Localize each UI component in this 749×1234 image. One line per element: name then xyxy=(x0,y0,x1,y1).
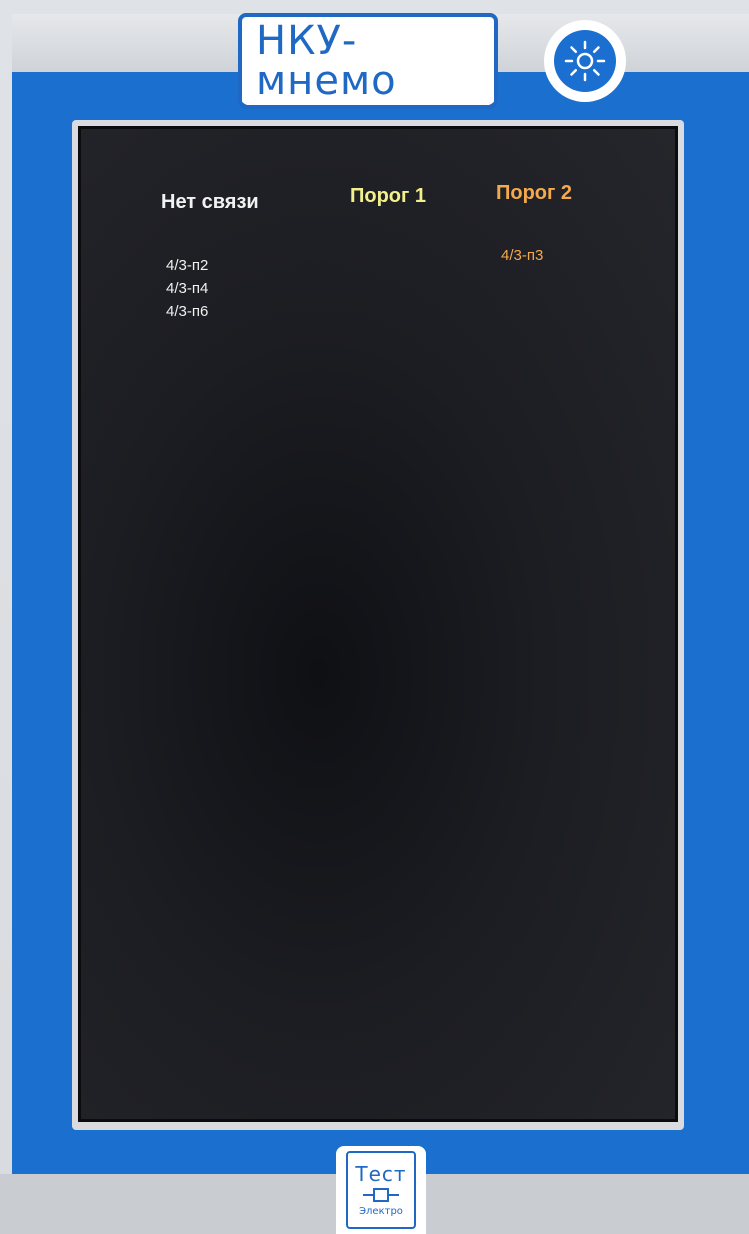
brand-logo-frame: Тест Электро xyxy=(346,1151,416,1229)
list-item[interactable]: 4/3-п6 xyxy=(166,300,208,323)
brand-name-bottom: Электро xyxy=(359,1205,403,1217)
list-item[interactable]: 4/3-п3 xyxy=(501,244,543,267)
column-title-no-link: Нет связи xyxy=(161,191,259,213)
product-logo: НКУ-мнемо xyxy=(238,13,498,109)
brightness-button[interactable] xyxy=(544,20,626,102)
product-logo-text: НКУ-мнемо xyxy=(238,13,498,109)
list-item[interactable]: 4/3-п4 xyxy=(166,277,208,300)
no-link-list: 4/3-п2 4/3-п4 4/3-п6 xyxy=(166,254,208,323)
sun-icon xyxy=(564,40,606,82)
display-screen: Нет связи Порог 1 Порог 2 4/3-п2 4/3-п4 … xyxy=(78,126,678,1122)
brand-name-top: Тест xyxy=(355,1161,407,1186)
brightness-button-face xyxy=(554,30,616,92)
list-item[interactable]: 4/3-п2 xyxy=(166,254,208,277)
brand-logo: Тест Электро xyxy=(336,1146,426,1234)
resistor-symbol-icon xyxy=(363,1187,399,1202)
threshold-2-list: 4/3-п3 xyxy=(501,244,543,267)
device-front: НКУ-мнемо Нет связи Порог 1 Порог 2 4/3-… xyxy=(0,0,749,1234)
column-title-threshold-1: Порог 1 xyxy=(350,185,427,207)
column-title-threshold-2: Порог 2 xyxy=(496,182,573,204)
